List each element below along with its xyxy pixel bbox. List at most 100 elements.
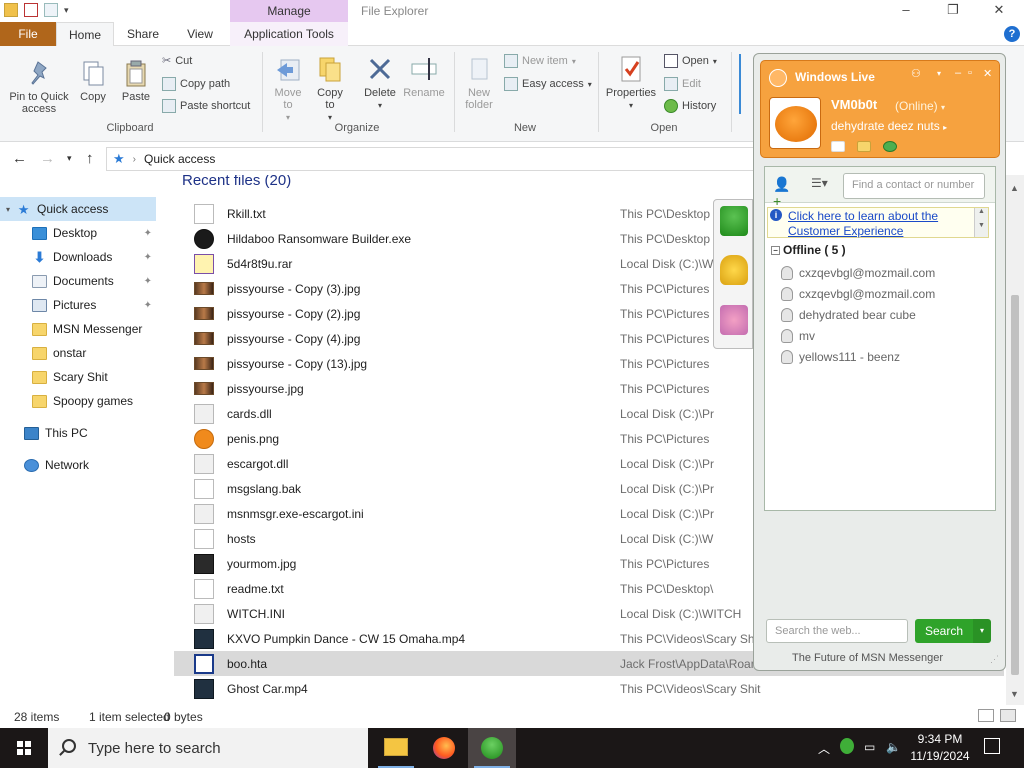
easy-access-button[interactable]: Easy access ▾: [504, 77, 592, 91]
open-button[interactable]: Open ▾: [664, 54, 717, 68]
msn-minimize-button[interactable]: –: [955, 67, 961, 79]
personal-message[interactable]: dehydrate deez nuts ▸: [831, 119, 947, 133]
details-view-icon[interactable]: [978, 709, 994, 722]
move-to-button[interactable]: Move to ▾: [270, 54, 306, 124]
cut-button[interactable]: ✂ Cut: [162, 54, 192, 68]
large-icons-view-icon[interactable]: [1000, 709, 1016, 722]
tab-view[interactable]: View: [178, 22, 222, 46]
taskbar-clock[interactable]: 9:34 PM 11/19/2024: [904, 731, 976, 765]
contact-item[interactable]: dehydrated bear cube: [781, 305, 916, 325]
pin-icon[interactable]: ✦: [144, 228, 152, 239]
msn-maximize-button[interactable]: ▫: [968, 67, 972, 79]
rename-button[interactable]: Rename: [402, 54, 446, 99]
scroll-up-icon[interactable]: ▲: [1010, 183, 1019, 193]
copy-path-button[interactable]: Copy path: [162, 77, 230, 91]
tab-home[interactable]: Home: [56, 22, 114, 46]
recent-locations-button[interactable]: ▾: [67, 153, 72, 164]
file-explorer-taskbar-button[interactable]: [372, 728, 420, 768]
maximize-button[interactable]: ❐: [938, 2, 968, 18]
forward-button[interactable]: →: [40, 150, 55, 167]
file-list-scrollbar[interactable]: ▲ ▼: [1006, 175, 1024, 705]
firefox-taskbar-button[interactable]: [420, 728, 468, 768]
recent-files-header[interactable]: Recent files (20): [182, 175, 291, 189]
new-folder-button[interactable]: New folder: [460, 54, 498, 111]
up-button[interactable]: ↑: [86, 150, 94, 167]
msn-person-icon[interactable]: ⚇: [911, 67, 921, 80]
pin-icon[interactable]: ✦: [144, 300, 152, 311]
taskbar-search-box[interactable]: Type here to search: [48, 728, 368, 768]
file-row[interactable]: Ghost Car.mp4 This PC\Videos\Scary Shit: [174, 676, 1004, 701]
nav-item-documents[interactable]: Documents ✦: [0, 269, 156, 293]
customize-toolbar-icon[interactable]: ▾: [64, 5, 69, 16]
offline-group-header[interactable]: − Offline ( 5 ): [771, 243, 846, 257]
resize-grip-icon[interactable]: ⋰: [990, 654, 999, 665]
contact-item[interactable]: mv: [781, 326, 815, 346]
tab-application-tools[interactable]: Application Tools: [230, 22, 348, 46]
new-item-button[interactable]: New item ▾: [504, 54, 576, 68]
contact-item[interactable]: cxzqevbgl@mozmail.com: [781, 284, 935, 304]
volume-icon[interactable]: 🔈: [886, 740, 901, 754]
tab-file[interactable]: File: [0, 22, 56, 46]
web-search-input[interactable]: Search the web...: [766, 619, 908, 643]
paste-shortcut-button[interactable]: Paste shortcut: [162, 99, 250, 113]
search-options-button[interactable]: ▾: [973, 619, 991, 643]
contacts-tab-icon[interactable]: [720, 206, 748, 236]
breadcrumb-quick-access[interactable]: Quick access: [144, 152, 215, 166]
contact-view-menu-icon[interactable]: ☰▾: [811, 176, 828, 190]
copy-button[interactable]: Copy: [76, 58, 110, 103]
scrollbar-thumb[interactable]: [1011, 295, 1019, 675]
web-search-button[interactable]: Search: [915, 619, 973, 643]
msn-messenger-taskbar-button[interactable]: [468, 728, 516, 768]
start-button[interactable]: [0, 728, 48, 768]
pin-to-quick-access-button[interactable]: Pin to Quick access: [6, 58, 72, 115]
banner-scrollbar[interactable]: ▲ ▼: [974, 208, 988, 237]
paste-button[interactable]: Paste: [118, 58, 154, 103]
display-name[interactable]: VM0b0t: [831, 97, 877, 112]
copy-to-button[interactable]: Copy to ▾: [312, 54, 348, 124]
nav-item-desktop[interactable]: Desktop ✦: [0, 221, 156, 245]
delete-button[interactable]: Delete ▾: [360, 54, 400, 112]
pin-icon[interactable]: ✦: [144, 252, 152, 263]
msn-today-icon[interactable]: [883, 141, 897, 152]
edit-button[interactable]: Edit: [664, 77, 701, 91]
notifications-icon[interactable]: [984, 738, 1000, 754]
nav-item-this-pc[interactable]: This PC: [0, 421, 156, 445]
chevron-down-icon[interactable]: ▾: [6, 205, 10, 214]
fun-tab-icon[interactable]: [720, 305, 748, 335]
close-button[interactable]: ✕: [984, 2, 1014, 18]
minimize-button[interactable]: –: [891, 2, 921, 17]
contact-item[interactable]: yellows111 - beenz: [781, 347, 900, 367]
nav-item-network[interactable]: Network: [0, 453, 156, 477]
find-contact-input[interactable]: Find a contact or number: [843, 173, 985, 199]
collapse-icon[interactable]: −: [771, 246, 780, 256]
new-folder-icon[interactable]: [44, 3, 58, 17]
msn-tray-icon[interactable]: [840, 738, 854, 754]
tab-share[interactable]: Share: [118, 22, 168, 46]
nav-item-onstar[interactable]: onstar: [0, 341, 156, 365]
folder-icon[interactable]: [4, 3, 18, 17]
properties-button[interactable]: Properties ▾: [603, 54, 659, 112]
back-button[interactable]: ←: [12, 150, 27, 167]
scroll-down-icon[interactable]: ▼: [1010, 689, 1019, 699]
alerts-bell-icon[interactable]: [720, 255, 748, 285]
add-contact-icon[interactable]: 👤+: [773, 176, 795, 209]
history-button[interactable]: History: [664, 99, 716, 113]
pin-icon[interactable]: ✦: [144, 276, 152, 287]
nav-item-quick-access[interactable]: ▾ ★ Quick access: [0, 197, 156, 221]
nav-item-downloads[interactable]: ⬇ Downloads ✦: [0, 245, 156, 269]
mail-icon[interactable]: [831, 141, 845, 152]
status-selector[interactable]: (Online) ▾: [895, 99, 945, 113]
nav-item-spoopy-games[interactable]: Spoopy games: [0, 389, 156, 413]
help-icon[interactable]: ?: [1004, 26, 1020, 42]
network-tray-icon[interactable]: ▭: [864, 740, 875, 754]
properties-icon[interactable]: [24, 3, 38, 17]
folder-icon[interactable]: [857, 141, 871, 152]
msn-close-button[interactable]: ✕: [983, 67, 992, 80]
select-icon[interactable]: [739, 54, 753, 114]
msn-menu-icon[interactable]: ▾: [937, 69, 941, 78]
nav-item-msn-messenger[interactable]: MSN Messenger: [0, 317, 156, 341]
show-hidden-icons-button[interactable]: ︿: [818, 740, 830, 757]
nav-item-scary-shit[interactable]: Scary Shit: [0, 365, 156, 389]
avatar[interactable]: [769, 97, 821, 149]
customer-experience-link[interactable]: Click here to learn about the Customer E…: [788, 209, 976, 239]
